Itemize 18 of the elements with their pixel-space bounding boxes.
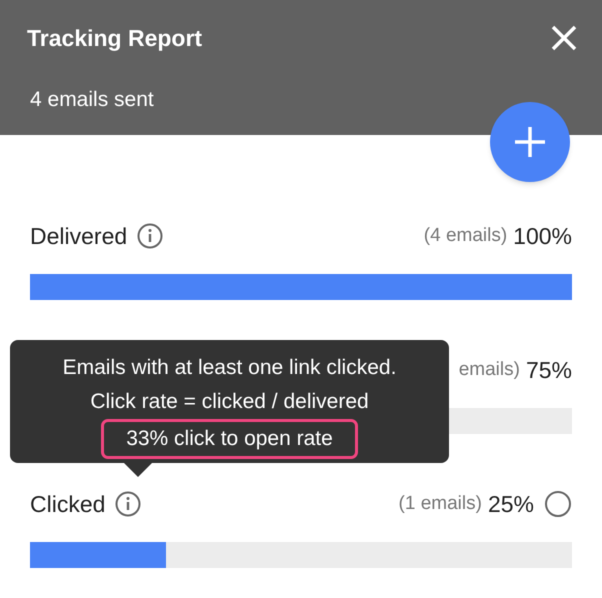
email-count: (4 emails) — [424, 224, 508, 248]
highlighted-rate: 33% click to open rate — [101, 419, 358, 459]
circle-icon[interactable] — [544, 490, 572, 518]
emails-sent-count: 4 emails sent — [30, 87, 154, 113]
info-icon[interactable] — [137, 223, 164, 249]
close-icon — [551, 25, 577, 51]
email-count: (1 emails) — [398, 492, 482, 516]
percentage: 75% — [526, 356, 572, 385]
percentage: 25% — [488, 490, 534, 519]
tooltip-text: Emails with at least one link clicked. — [62, 355, 396, 381]
plus-icon — [515, 127, 545, 157]
metric-label: Clicked — [30, 490, 106, 519]
info-icon[interactable] — [115, 491, 142, 517]
tooltip-text: Click rate = clicked / delivered — [90, 389, 369, 415]
percentage: 100% — [513, 222, 572, 251]
metric-label: Delivered — [30, 222, 128, 251]
email-count: emails) — [458, 358, 520, 382]
report-title: Tracking Report — [27, 24, 202, 53]
